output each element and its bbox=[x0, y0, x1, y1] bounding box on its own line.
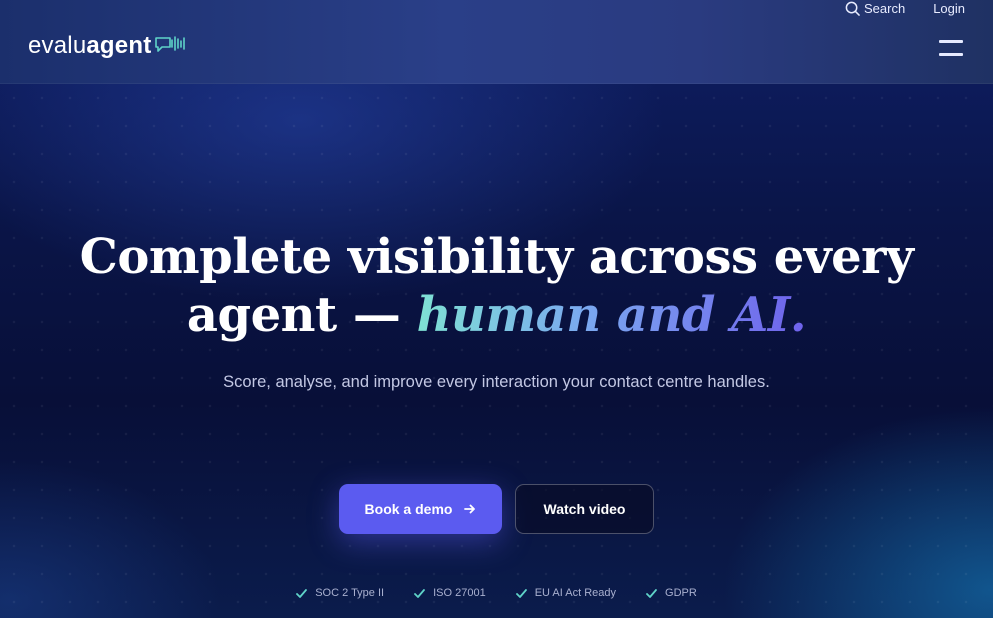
search-link[interactable]: Search bbox=[845, 1, 905, 16]
book-demo-button[interactable]: Book a demo bbox=[339, 484, 502, 534]
menu-line bbox=[939, 53, 963, 56]
badge-label: ISO 27001 bbox=[433, 587, 486, 599]
search-label: Search bbox=[863, 0, 906, 16]
badge-label: GDPR bbox=[665, 587, 697, 599]
menu-line bbox=[939, 40, 963, 43]
hero-subtitle: Score, analyse, and improve every intera… bbox=[223, 373, 770, 391]
headline-line1: Complete visibility across every bbox=[79, 229, 914, 285]
checkmark-icon bbox=[646, 588, 657, 598]
search-icon bbox=[845, 1, 860, 16]
logo[interactable]: evalu agent bbox=[28, 32, 186, 60]
checkmark-icon bbox=[414, 588, 425, 598]
logo-text-part1: evalu bbox=[28, 32, 87, 59]
chat-wave-icon bbox=[155, 36, 186, 52]
login-link[interactable]: Login bbox=[933, 1, 965, 16]
badge-item: EU AI Act Ready bbox=[515, 584, 617, 602]
site-header: Search Login evalu agent bbox=[0, 0, 993, 84]
headline-accent: human and AI. bbox=[416, 287, 807, 343]
badge-item: ISO 27001 bbox=[414, 584, 486, 602]
top-utility-bar: Search Login bbox=[845, 0, 965, 16]
checkmark-icon bbox=[296, 588, 308, 598]
logo-text-part2: agent bbox=[86, 32, 152, 59]
dot-grid-background bbox=[0, 84, 993, 618]
badge-label: EU AI Act Ready bbox=[534, 587, 617, 599]
headline-line2-plain: agent — bbox=[186, 287, 417, 343]
badge-item: GDPR bbox=[646, 584, 697, 602]
checkmark-icon bbox=[515, 588, 527, 598]
badge-item: SOC 2 Type II bbox=[296, 584, 384, 602]
watch-video-button[interactable]: Watch video bbox=[515, 484, 654, 534]
hero-headline: Complete visibility across every agent —… bbox=[60, 228, 933, 344]
hamburger-menu-icon[interactable] bbox=[939, 38, 963, 58]
book-demo-label: Book a demo bbox=[364, 501, 453, 517]
page: Search Login evalu agent Complete visibil… bbox=[0, 0, 993, 618]
compliance-badges: SOC 2 Type II ISO 27001 EU AI Act Ready … bbox=[0, 584, 993, 602]
badge-label: SOC 2 Type II bbox=[315, 587, 385, 599]
arrow-right-icon bbox=[464, 504, 476, 514]
